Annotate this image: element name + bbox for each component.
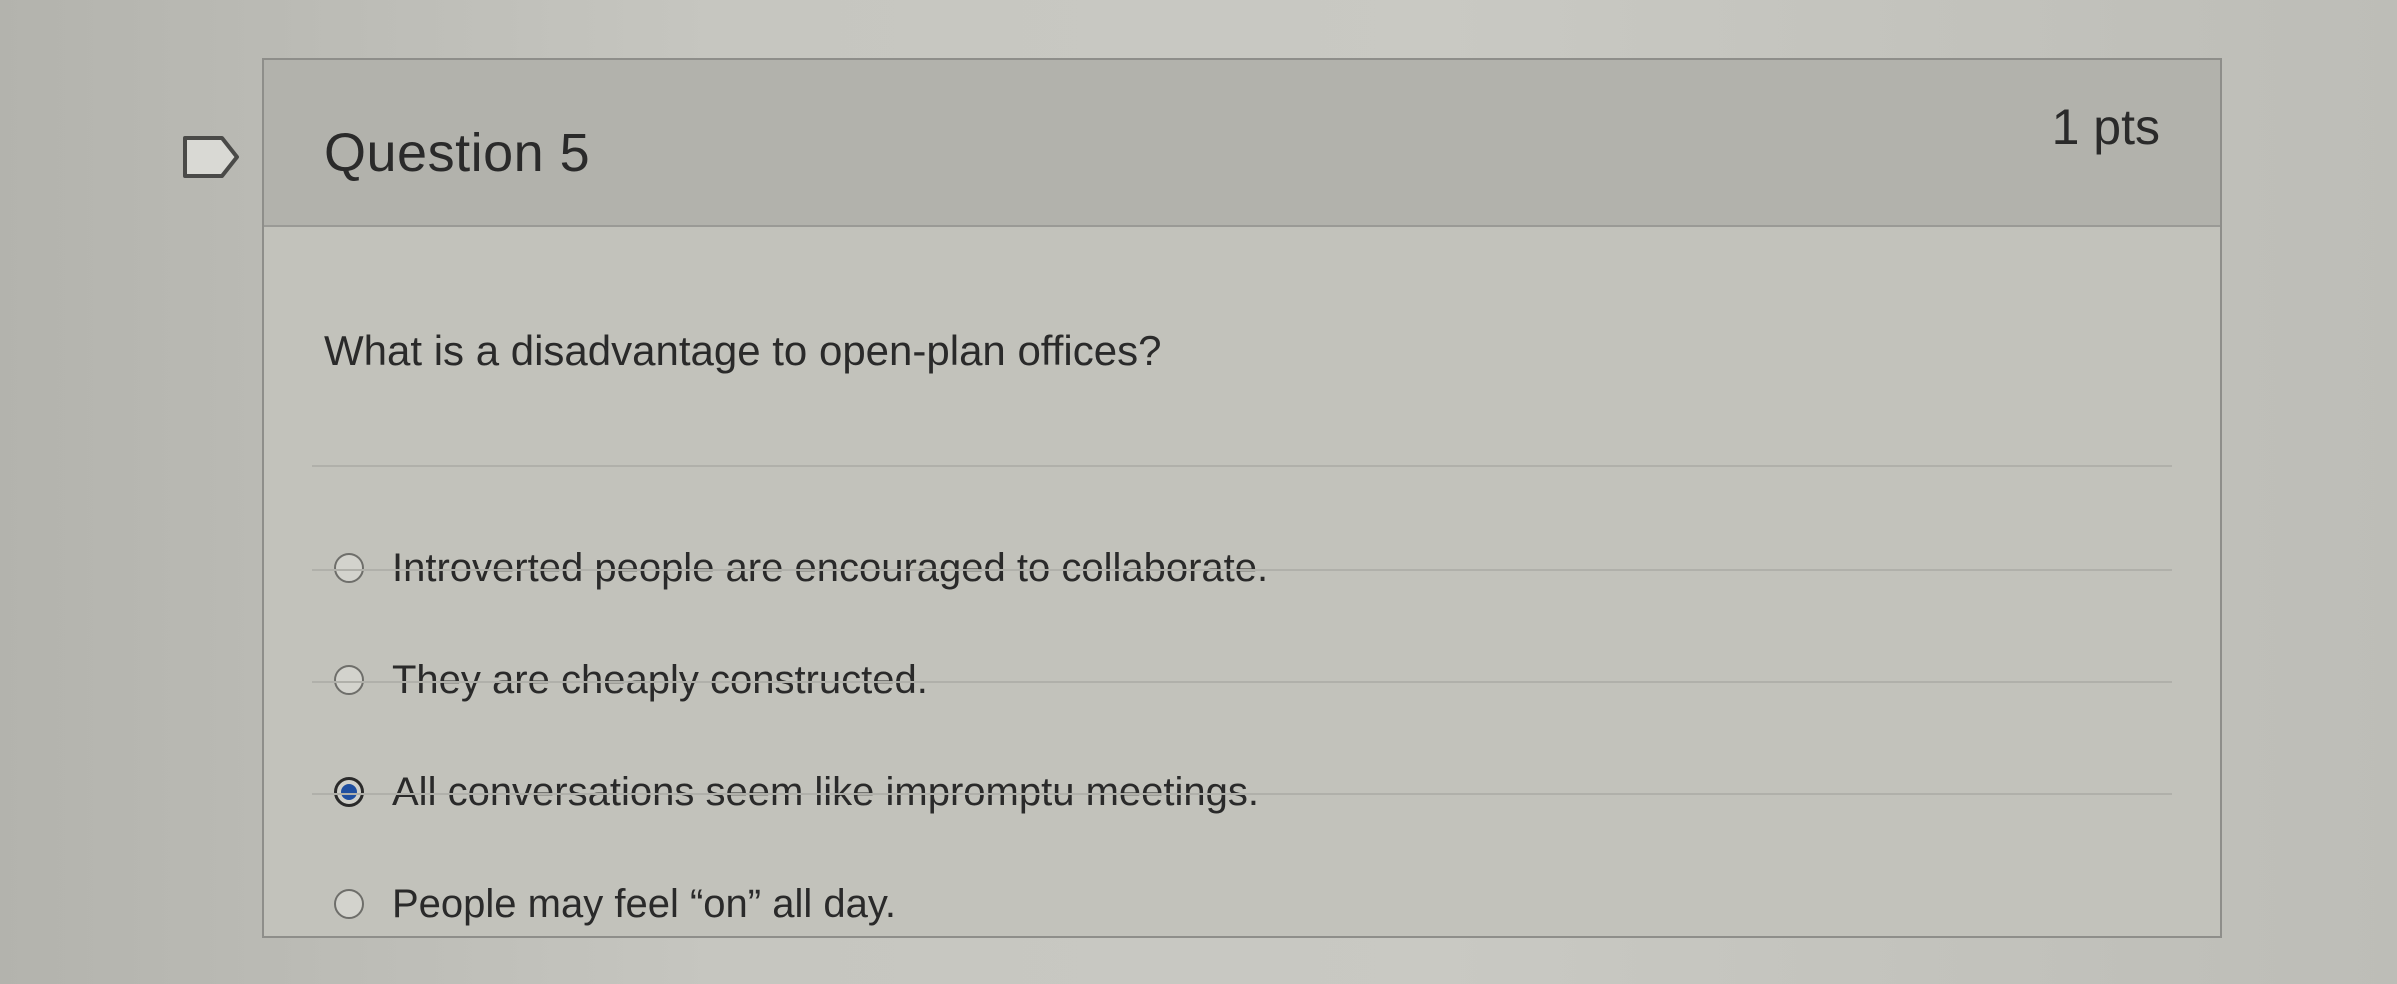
answer-label: Introverted people are encouraged to col… bbox=[392, 545, 1269, 590]
divider bbox=[312, 465, 2172, 467]
answer-label: They are cheaply constructed. bbox=[392, 657, 928, 702]
radio-button-selected[interactable] bbox=[334, 777, 364, 807]
question-text: What is a disadvantage to open-plan offi… bbox=[324, 327, 1162, 374]
question-card: Question 5 1 pts What is a disadvantage … bbox=[262, 58, 2222, 938]
divider bbox=[312, 569, 2172, 571]
radio-button[interactable] bbox=[334, 889, 364, 919]
question-points: 1 pts bbox=[2051, 99, 2160, 155]
answer-label: People may feel “on” all day. bbox=[392, 881, 896, 926]
answer-option[interactable]: Introverted people are encouraged to col… bbox=[334, 512, 2134, 624]
divider bbox=[312, 793, 2172, 795]
answer-option[interactable]: They are cheaply constructed. bbox=[334, 624, 2134, 736]
answer-label: All conversations seem like impromptu me… bbox=[392, 769, 1260, 814]
answer-option[interactable]: All conversations seem like impromptu me… bbox=[334, 736, 2134, 848]
question-title: Question 5 bbox=[324, 123, 591, 183]
flag-question-icon[interactable] bbox=[182, 135, 240, 179]
radio-button[interactable] bbox=[334, 665, 364, 695]
divider bbox=[312, 681, 2172, 683]
question-header: Question 5 1 pts bbox=[264, 60, 2220, 227]
answer-option[interactable]: People may feel “on” all day. bbox=[334, 848, 2134, 960]
radio-button[interactable] bbox=[334, 553, 364, 583]
answer-list: Introverted people are encouraged to col… bbox=[334, 512, 2134, 960]
